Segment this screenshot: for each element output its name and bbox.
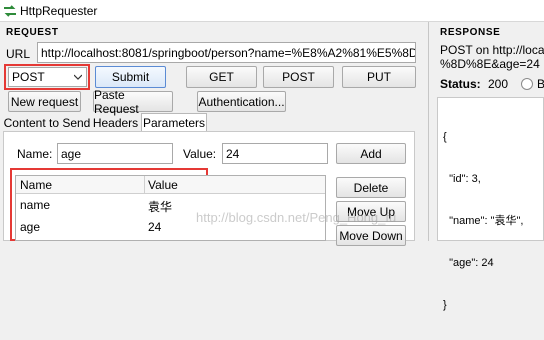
response-section-title: Response xyxy=(440,27,501,38)
url-label: URL xyxy=(6,47,31,61)
get-button[interactable]: GET xyxy=(186,66,257,88)
body-radio[interactable] xyxy=(521,78,533,90)
title-bar: HttpRequester xyxy=(0,0,544,22)
post-button[interactable]: POST xyxy=(263,66,334,88)
status-label: Status: xyxy=(440,77,481,91)
column-divider xyxy=(144,176,145,193)
delete-button[interactable]: Delete xyxy=(336,177,406,198)
request-section-title: Request xyxy=(6,27,59,38)
window-title: HttpRequester xyxy=(20,4,98,18)
method-select[interactable]: POST xyxy=(8,67,87,87)
row-name-cell: name xyxy=(20,198,51,212)
tab-content-to-send[interactable]: Content to Send xyxy=(3,115,91,131)
radio-label: B xyxy=(537,77,544,91)
json-line: { xyxy=(443,131,447,143)
tab-headers[interactable]: Headers xyxy=(91,115,140,131)
row-value-cell: 袁华 xyxy=(148,200,173,214)
json-line: "id": 3, xyxy=(443,173,481,185)
json-line: } xyxy=(443,299,447,311)
new-request-button[interactable]: New request xyxy=(8,91,81,112)
value-label: Value: xyxy=(183,147,217,161)
column-header-name: Name xyxy=(20,178,53,192)
table-row[interactable]: age 24 xyxy=(16,216,325,236)
put-button[interactable]: PUT xyxy=(342,66,416,88)
submit-button[interactable]: Submit xyxy=(95,66,166,88)
response-url-line1: POST on http://localho xyxy=(440,43,544,57)
move-up-button[interactable]: Move Up xyxy=(336,201,406,222)
panel-splitter[interactable] xyxy=(428,22,429,241)
json-line: "name": "袁华", xyxy=(443,215,524,227)
chevron-down-icon xyxy=(74,74,82,80)
response-body: { "id": 3, "name": "袁华", "age": 24 } xyxy=(437,97,544,311)
move-down-button[interactable]: Move Down xyxy=(336,225,406,246)
status-value: 200 xyxy=(488,77,509,91)
url-input[interactable]: http://localhost:8081/springboot/person?… xyxy=(37,42,416,63)
row-value-cell: 24 xyxy=(148,220,162,234)
app-icon xyxy=(4,5,16,17)
column-header-value: Value xyxy=(148,178,178,192)
response-url-line2: %8D%8E&age=24 xyxy=(440,57,540,71)
table-row[interactable]: name 袁华 xyxy=(16,195,325,215)
add-button[interactable]: Add xyxy=(336,143,406,164)
params-table-header: Name Value xyxy=(16,176,325,194)
method-value: POST xyxy=(12,70,45,84)
json-line: "age": 24 xyxy=(443,257,494,269)
paste-request-button[interactable]: Paste Request xyxy=(93,88,173,116)
row-name-cell: age xyxy=(20,220,41,234)
authentication-button[interactable]: Authentication... xyxy=(197,91,286,112)
param-value-input[interactable]: 24 xyxy=(222,143,328,164)
param-name-input[interactable]: age xyxy=(57,143,173,164)
tab-parameters[interactable]: Parameters xyxy=(141,113,207,132)
name-label: Name: xyxy=(17,147,53,161)
params-table: Name Value name 袁华 age 24 xyxy=(15,175,326,241)
